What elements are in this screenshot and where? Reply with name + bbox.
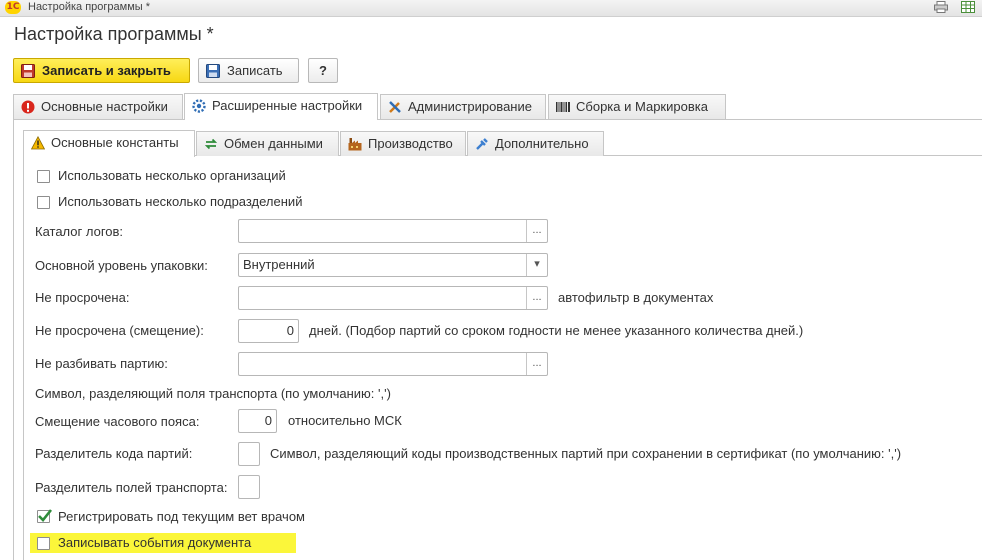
tools-icon [389, 101, 401, 113]
warning-icon [21, 100, 35, 114]
tz-offset-label: Смещение часового пояса: [35, 414, 200, 429]
title-bar: 1С Настройка программы * [0, 0, 982, 17]
not-expired-offset-label: Не просрочена (смещение): [35, 323, 204, 338]
print-icon[interactable] [934, 1, 948, 13]
batch-code-sep-label: Разделитель кода партий: [35, 446, 193, 461]
tab-label: Обмен данными [224, 136, 323, 151]
multi-dept-label: Использовать несколько подразделений [58, 194, 303, 209]
tab-label: Администрирование [408, 99, 532, 114]
pack-level-select[interactable]: Внутренний ▾ [238, 253, 548, 277]
exchange-icon [204, 138, 218, 150]
factory-icon [348, 138, 362, 151]
select-ellipsis-button[interactable]: ... [526, 220, 547, 242]
not-expired-offset-field[interactable]: 0 [238, 319, 299, 343]
save-label: Записать [227, 63, 283, 78]
tab-additional[interactable]: Дополнительно [467, 131, 604, 156]
log-doc-events-checkbox[interactable] [37, 537, 50, 550]
tab-data-exchange[interactable]: Обмен данными [196, 131, 339, 156]
pack-level-value: Внутренний [243, 257, 315, 272]
window-title: Настройка программы * [28, 1, 151, 13]
transport-separator-note: Символ, разделяющий поля транспорта (по … [35, 386, 391, 401]
batch-code-sep-field[interactable] [238, 442, 260, 466]
multi-org-label: Использовать несколько организаций [58, 168, 286, 183]
tab-label: Основные константы [51, 135, 179, 150]
sub-panel-left-border [23, 155, 24, 560]
transport-field-sep-label: Разделитель полей транспорта: [35, 480, 228, 495]
tab-basic-settings[interactable]: Основные настройки [13, 94, 183, 119]
select-ellipsis-button[interactable]: ... [526, 353, 547, 375]
not-expired-field[interactable]: ... [238, 286, 548, 310]
app-logo: 1С [5, 1, 21, 14]
select-ellipsis-button[interactable]: ... [526, 287, 547, 309]
transport-field-sep-field[interactable] [238, 475, 260, 499]
save-icon [206, 64, 220, 78]
register-vet-checkbox[interactable] [37, 509, 53, 523]
pack-level-label: Основной уровень упаковки: [35, 258, 208, 273]
save-button[interactable]: Записать [198, 58, 299, 83]
tab-basic-constants[interactable]: Основные константы [23, 130, 195, 157]
tab-label: Основные настройки [41, 99, 168, 114]
save-and-close-button[interactable]: Записать и закрыть [13, 58, 190, 83]
log-catalog-field[interactable]: ... [238, 219, 548, 243]
warning-icon [31, 136, 45, 150]
tab-label: Производство [368, 136, 453, 151]
no-split-batch-label: Не разбивать партию: [35, 356, 168, 371]
tab-production[interactable]: Производство [340, 131, 466, 156]
main-tabs-baseline [13, 119, 982, 120]
tab-label: Дополнительно [495, 136, 589, 151]
help-button[interactable]: ? [308, 58, 338, 83]
save-icon [21, 64, 35, 78]
not-expired-note: автофильтр в документах [558, 290, 714, 305]
register-vet-label: Регистрировать под текущим вет врачом [58, 509, 305, 524]
tab-label: Расширенные настройки [212, 98, 363, 113]
puzzle-icon [476, 138, 488, 150]
multi-dept-checkbox[interactable] [37, 196, 50, 209]
log-doc-events-label: Записывать события документа [58, 535, 252, 550]
panel-left-border [13, 119, 14, 560]
barcode-icon [556, 102, 570, 112]
tz-offset-note: относительно МСК [288, 413, 402, 428]
tz-offset-field[interactable]: 0 [238, 409, 277, 433]
tab-assembly-marking[interactable]: Сборка и Маркировка [548, 94, 726, 119]
settings-icon [192, 99, 206, 113]
no-split-batch-field[interactable]: ... [238, 352, 548, 376]
not-expired-label: Не просрочена: [35, 290, 130, 305]
batch-code-sep-note: Символ, разделяющий коды производственны… [270, 446, 902, 461]
spreadsheet-icon[interactable] [961, 1, 975, 13]
log-catalog-label: Каталог логов: [35, 224, 124, 239]
multi-org-checkbox[interactable] [37, 170, 50, 183]
not-expired-offset-value: 0 [286, 323, 294, 338]
save-and-close-label: Записать и закрыть [42, 63, 171, 78]
not-expired-offset-note: дней. (Подбор партий со сроком годности … [309, 323, 804, 338]
chevron-down-icon[interactable]: ▾ [526, 254, 547, 276]
tab-administration[interactable]: Администрирование [380, 94, 546, 119]
tab-label: Сборка и Маркировка [576, 99, 708, 114]
tab-advanced-settings[interactable]: Расширенные настройки [184, 93, 378, 120]
check-icon [38, 509, 53, 522]
tz-offset-value: 0 [264, 413, 272, 428]
page-title: Настройка программы * [14, 24, 214, 44]
